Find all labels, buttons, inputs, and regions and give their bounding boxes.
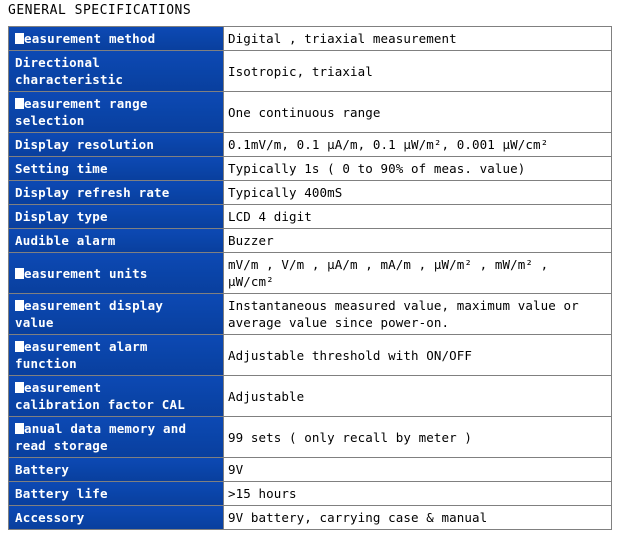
- value-line-1: mV/m , V/m , μA/m , mA/m , μW/m² , mW/m²…: [228, 257, 548, 272]
- spec-value-battery-life: >15 hours: [224, 482, 612, 506]
- missing-glyph-block-icon: [15, 300, 24, 311]
- spec-label-measurement-calibration-factor: easurement calibration factor CAL: [8, 376, 224, 417]
- spec-value-measurement-method: Digital , triaxial measurement: [224, 26, 612, 51]
- missing-glyph-block-icon: [15, 382, 24, 393]
- specifications-page: GENERAL SPECIFICATIONS easurement method…: [0, 0, 620, 560]
- missing-glyph-block-icon: [15, 423, 24, 434]
- table-row: Audible alarm Buzzer: [8, 229, 612, 253]
- label-line-1: easurement alarm: [24, 339, 148, 354]
- spec-label-measurement-method: easurement method: [8, 26, 224, 51]
- spec-label-display-resolution: Display resolution: [8, 133, 224, 157]
- value-line-2: μW/cm²: [228, 274, 274, 289]
- table-row: Battery 9V: [8, 458, 612, 482]
- spec-value-manual-data-memory: 99 sets ( only recall by meter ): [224, 417, 612, 458]
- table-row: Display type LCD 4 digit: [8, 205, 612, 229]
- spec-label-measurement-units: easurement units: [8, 253, 224, 294]
- table-row: Setting time Typically 1s ( 0 to 90% of …: [8, 157, 612, 181]
- label-line-1: easurement range: [24, 96, 148, 111]
- table-row: easurement calibration factor CAL Adjust…: [8, 376, 612, 417]
- page-title: GENERAL SPECIFICATIONS: [8, 2, 191, 20]
- table-row: Accessory 9V battery, carrying case & ma…: [8, 506, 612, 530]
- table-row: easurement units mV/m , V/m , μA/m , mA/…: [8, 253, 612, 294]
- table-row: anual data memory and read storage 99 se…: [8, 417, 612, 458]
- label-line-2: read storage: [15, 438, 108, 453]
- missing-glyph-block-icon: [15, 341, 24, 352]
- spec-value-setting-time: Typically 1s ( 0 to 90% of meas. value): [224, 157, 612, 181]
- table-row: easurement display value Instantaneous m…: [8, 294, 612, 335]
- label-line-2: function: [15, 356, 77, 371]
- label-line-1: Directional: [15, 55, 100, 70]
- table-row: Directional characteristic Isotropic, tr…: [8, 51, 612, 92]
- spec-value-audible-alarm: Buzzer: [224, 229, 612, 253]
- spec-value-measurement-alarm-function: Adjustable threshold with ON/OFF: [224, 335, 612, 376]
- spec-value-measurement-units: mV/m , V/m , μA/m , mA/m , μW/m² , mW/m²…: [224, 253, 612, 294]
- table-row: easurement range selection One continuou…: [8, 92, 612, 133]
- spec-value-display-type: LCD 4 digit: [224, 205, 612, 229]
- label-line-2: selection: [15, 113, 85, 128]
- spec-label-directional-characteristic: Directional characteristic: [8, 51, 224, 92]
- spec-value-battery: 9V: [224, 458, 612, 482]
- value-line-1: Instantaneous measured value, maximum va…: [228, 298, 579, 313]
- label-line-1: easurement display: [24, 298, 163, 313]
- spec-value-measurement-display-value: Instantaneous measured value, maximum va…: [224, 294, 612, 335]
- spec-label-measurement-range-selection: easurement range selection: [8, 92, 224, 133]
- label-text: easurement units: [24, 266, 148, 281]
- spec-label-accessory: Accessory: [8, 506, 224, 530]
- spec-label-audible-alarm: Audible alarm: [8, 229, 224, 253]
- table-row: Display resolution 0.1mV/m, 0.1 μA/m, 0.…: [8, 133, 612, 157]
- missing-glyph-block-icon: [15, 268, 24, 279]
- spec-label-setting-time: Setting time: [8, 157, 224, 181]
- table-row: Battery life >15 hours: [8, 482, 612, 506]
- table-body: easurement method Digital , triaxial mea…: [8, 26, 612, 530]
- spec-value-accessory: 9V battery, carrying case & manual: [224, 506, 612, 530]
- spec-value-measurement-range-selection: One continuous range: [224, 92, 612, 133]
- spec-label-battery: Battery: [8, 458, 224, 482]
- spec-value-measurement-calibration-factor: Adjustable: [224, 376, 612, 417]
- spec-label-measurement-alarm-function: easurement alarm function: [8, 335, 224, 376]
- label-line-1: anual data memory and: [24, 421, 186, 436]
- missing-glyph-block-icon: [15, 98, 24, 109]
- label-line-2: value: [15, 315, 54, 330]
- label-line-2: characteristic: [15, 72, 123, 87]
- spec-label-display-type: Display type: [8, 205, 224, 229]
- spec-value-display-refresh-rate: Typically 400mS: [224, 181, 612, 205]
- table-row: easurement alarm function Adjustable thr…: [8, 335, 612, 376]
- general-specifications-table: easurement method Digital , triaxial mea…: [8, 26, 612, 530]
- spec-label-measurement-display-value: easurement display value: [8, 294, 224, 335]
- label-text: easurement method: [24, 31, 155, 46]
- label-line-2: calibration factor CAL: [15, 397, 185, 412]
- missing-glyph-block-icon: [15, 33, 24, 44]
- table-row: easurement method Digital , triaxial mea…: [8, 26, 612, 51]
- spec-label-manual-data-memory: anual data memory and read storage: [8, 417, 224, 458]
- label-line-1: easurement: [24, 380, 101, 395]
- spec-label-battery-life: Battery life: [8, 482, 224, 506]
- value-line-2: average value since power-on.: [228, 315, 449, 330]
- spec-value-directional-characteristic: Isotropic, triaxial: [224, 51, 612, 92]
- table-row: Display refresh rate Typically 400mS: [8, 181, 612, 205]
- spec-value-display-resolution: 0.1mV/m, 0.1 μA/m, 0.1 μW/m², 0.001 μW/c…: [224, 133, 612, 157]
- spec-label-display-refresh-rate: Display refresh rate: [8, 181, 224, 205]
